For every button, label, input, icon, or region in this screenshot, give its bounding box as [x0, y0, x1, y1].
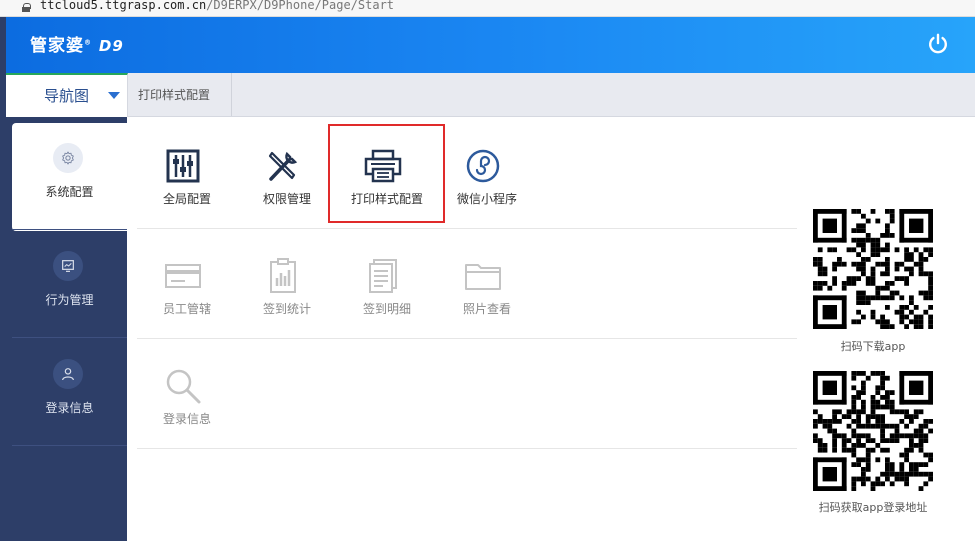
tile-label: 微信小程序: [456, 192, 517, 206]
clipboard-chart-icon: [270, 258, 296, 293]
user-icon: [53, 359, 83, 389]
tile-checkin-detail[interactable]: 签到明细: [337, 238, 437, 318]
tile-label: 登录信息: [162, 412, 211, 426]
caret-down-icon: [108, 92, 120, 99]
qr-code-login: [813, 371, 933, 491]
app-header: 管家婆® D9: [6, 17, 975, 73]
sidebar-item-label: 系统配置: [45, 185, 94, 199]
qr-code-download: [813, 209, 933, 329]
sidebar-divider: [12, 337, 127, 338]
tile-permission[interactable]: 权限管理: [237, 128, 337, 208]
url-text[interactable]: ttcloud5.ttgrasp.com.cn/D9ERPX/D9Phone/P…: [40, 0, 394, 12]
mini-program-icon: [466, 149, 500, 183]
app-logo: 管家婆® D9: [30, 36, 124, 56]
row-divider: [137, 228, 797, 229]
selection-highlight: [328, 124, 445, 223]
tile-label: 签到统计: [262, 302, 311, 316]
main-content: 全局配置 权限管理 打印样式配置 微信小程序 员工管辖 签到统计 签到明细 照片…: [127, 117, 975, 541]
tile-label: 权限管理: [262, 192, 311, 206]
folder-icon: [465, 264, 501, 290]
sliders-icon: [166, 149, 200, 183]
power-icon[interactable]: [927, 33, 949, 55]
tab-label: 打印样式配置: [138, 88, 211, 102]
sidebar-item-label: 行为管理: [45, 293, 94, 307]
nav-map-label: 导航图: [44, 87, 90, 105]
sidebar-item-label: 登录信息: [45, 401, 94, 415]
tools-icon: [268, 151, 298, 181]
monitor-chart-icon: [53, 251, 83, 281]
tile-label: 全局配置: [162, 192, 211, 206]
qr-login-label: 扫码获取app登录地址: [818, 501, 928, 514]
row-divider: [137, 448, 797, 449]
nav-tab-bar: 导航图 打印样式配置: [6, 73, 975, 117]
tile-checkin-stats[interactable]: 签到统计: [237, 238, 337, 318]
magnifier-icon: [166, 369, 201, 404]
sidebar: 系统配置 行为管理 登录信息: [6, 117, 127, 541]
gear-icon: [53, 143, 83, 173]
sidebar-divider: [12, 229, 127, 230]
tile-label: 员工管辖: [162, 302, 211, 316]
tile-global-config[interactable]: 全局配置: [137, 128, 237, 208]
browser-url-bar[interactable]: ttcloud5.ttgrasp.com.cn/D9ERPX/D9Phone/P…: [0, 0, 975, 17]
sidebar-divider: [12, 445, 127, 446]
tile-wechat-mini[interactable]: 微信小程序: [437, 128, 537, 208]
sidebar-item-system-config[interactable]: 系统配置: [12, 123, 127, 231]
sidebar-item-login-info[interactable]: 登录信息: [12, 339, 127, 447]
qr-download-label: 扫码下载app: [840, 340, 906, 353]
lock-icon: [22, 3, 31, 12]
row-divider: [137, 338, 797, 339]
tile-label: 照片查看: [462, 302, 511, 316]
tile-label: 签到明细: [362, 302, 411, 316]
nav-map-button[interactable]: 导航图: [6, 73, 128, 117]
tab-print-style[interactable]: 打印样式配置: [128, 73, 232, 116]
tile-staff-jurisdiction[interactable]: 员工管辖: [137, 238, 237, 318]
card-icon: [165, 264, 201, 288]
tile-login-info[interactable]: 登录信息: [137, 348, 237, 428]
sidebar-item-behavior[interactable]: 行为管理: [12, 231, 127, 339]
document-list-icon: [369, 259, 397, 293]
tile-photo-view[interactable]: 照片查看: [437, 238, 537, 318]
